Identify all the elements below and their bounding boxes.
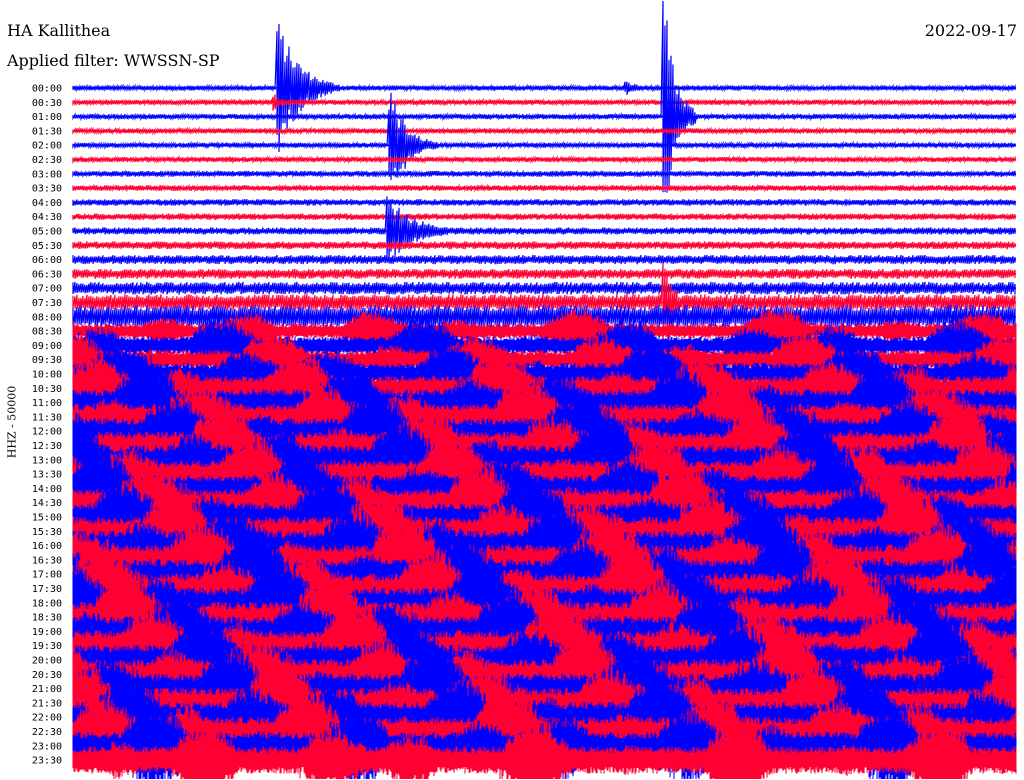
time-tick-label: 00:30 (32, 98, 62, 109)
time-tick-label: 09:30 (32, 355, 62, 366)
time-tick-label: 12:00 (32, 427, 62, 438)
time-tick-label: 14:00 (32, 484, 62, 495)
time-tick-label: 20:30 (32, 670, 62, 681)
time-tick-label: 09:00 (32, 341, 62, 352)
time-tick-label: 01:30 (32, 126, 62, 137)
time-tick-label: 05:30 (32, 241, 62, 252)
time-tick-label: 08:30 (32, 327, 62, 338)
time-tick-label: 11:00 (32, 398, 62, 409)
time-tick-label: 21:00 (32, 684, 62, 695)
time-tick-label: 02:30 (32, 155, 62, 166)
time-tick-label: 19:00 (32, 627, 62, 638)
time-tick-label: 23:30 (32, 756, 62, 767)
time-tick-label: 13:30 (32, 470, 62, 481)
time-tick-label: 17:00 (32, 570, 62, 581)
time-tick-label: 04:30 (32, 212, 62, 223)
helicorder-plot: 00:00 00:30 01:00 01:30 02:00 02:30 03:00 03:30… (32, 0, 1017, 780)
time-tick-label: 11:30 (32, 412, 62, 423)
time-tick-label: 15:00 (32, 513, 62, 524)
time-tick-label: 07:00 (32, 284, 62, 295)
time-tick-label: 08:00 (32, 312, 62, 323)
time-tick-label: 04:00 (32, 198, 62, 209)
time-tick-label: 15:30 (32, 527, 62, 538)
time-tick-label: 06:00 (32, 255, 62, 266)
time-tick-label: 03:00 (32, 169, 62, 180)
time-tick-label: 07:30 (32, 298, 62, 309)
time-tick-label: 17:30 (32, 584, 62, 595)
time-tick-label: 05:00 (32, 227, 62, 238)
time-tick-label: 16:00 (32, 541, 62, 552)
time-tick-label: 19:30 (32, 641, 62, 652)
time-tick-label: 18:30 (32, 613, 62, 624)
time-tick-label: 10:00 (32, 370, 62, 381)
time-tick-label: 16:30 (32, 555, 62, 566)
time-tick-label: 12:30 (32, 441, 62, 452)
time-tick-label: 20:00 (32, 656, 62, 667)
time-tick-label: 01:00 (32, 112, 62, 123)
time-tick-label: 03:30 (32, 184, 62, 195)
trace-row-0200 (72, 92, 1016, 181)
trace-row-0500 (72, 196, 1016, 260)
trace-row-0100 (72, 0, 1016, 193)
time-tick-label: 21:30 (32, 698, 62, 709)
time-tick-label: 10:30 (32, 384, 62, 395)
time-tick-label: 22:00 (32, 713, 62, 724)
time-tick-label: 00:00 (32, 84, 62, 95)
time-tick-label: 13:00 (32, 455, 62, 466)
time-tick-label: 06:30 (32, 269, 62, 280)
time-tick-label: 14:30 (32, 498, 62, 509)
time-tick-label: 22:30 (32, 727, 62, 738)
time-tick-label: 02:00 (32, 141, 62, 152)
time-tick-label: 18:00 (32, 598, 62, 609)
time-tick-label: 23:00 (32, 741, 62, 752)
seismogram-figure: HA Kallithea Applied filter: WWSSN-SP 20… (0, 0, 1024, 780)
